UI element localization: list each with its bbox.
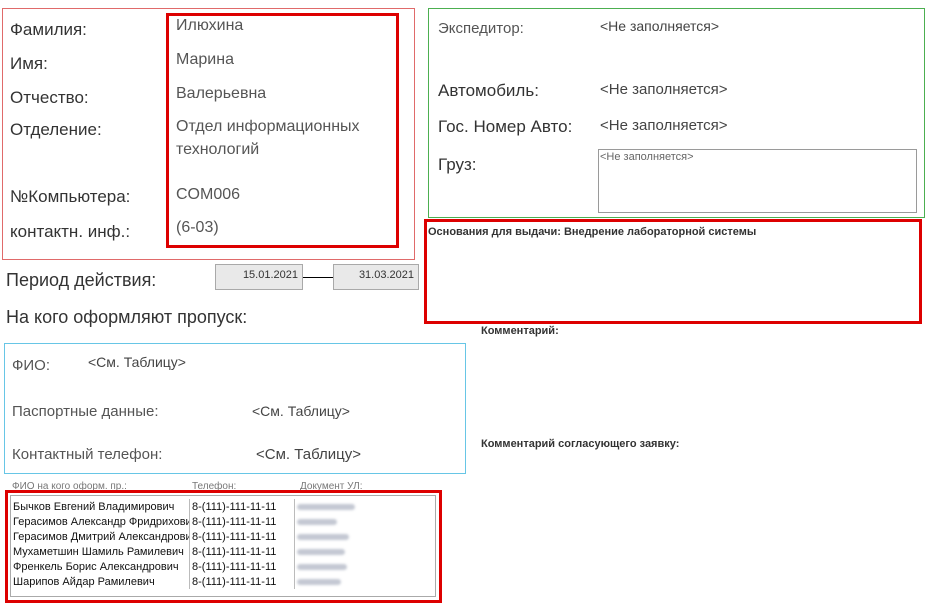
pass-for-label: На кого оформляют пропуск: bbox=[6, 307, 248, 327]
redacted-blur bbox=[297, 533, 349, 540]
car-label: Автомобиль: bbox=[438, 81, 539, 100]
period-to-field[interactable]: 31.03.2021 bbox=[333, 264, 419, 290]
visitor-fio-field[interactable]: <См. Таблицу> bbox=[88, 354, 186, 370]
row-phone-cell[interactable]: 8-(111)-111-11-11 bbox=[189, 559, 295, 574]
row-name-cell[interactable]: Френкель Борис Александрович bbox=[11, 559, 190, 574]
computer-field[interactable]: COM006 bbox=[176, 186, 240, 204]
row-phone-cell[interactable]: 8-(111)-111-11-11 bbox=[189, 529, 295, 544]
row-phone-cell[interactable]: 8-(111)-111-11-11 bbox=[189, 574, 295, 589]
comment-label: Комментарий: bbox=[481, 325, 559, 337]
grounds-text: Основания для выдачи: Внедрение лаборато… bbox=[428, 226, 757, 238]
forwarder-label: Экспедитор: bbox=[438, 20, 524, 37]
surname-field[interactable]: Илюхина bbox=[176, 17, 243, 35]
visitor-passport-field[interactable]: <См. Таблицу> bbox=[252, 403, 350, 419]
people-table: Бычков Евгений Владимирович 8-(111)-111-1… bbox=[11, 499, 409, 589]
table-row[interactable]: Френкель Борис Александрович 8-(111)-111-… bbox=[11, 559, 409, 574]
row-name-cell[interactable]: Шарипов Айдар Рамилевич bbox=[11, 574, 190, 589]
row-phone-cell[interactable]: 8-(111)-111-11-11 bbox=[189, 544, 295, 559]
row-name-cell[interactable]: Герасимов Дмитрий Александрович bbox=[11, 529, 190, 544]
visitor-phone-label: Контактный телефон: bbox=[12, 446, 163, 463]
surname-label: Фамилия: bbox=[10, 20, 87, 39]
plate-field[interactable]: <Не заполняется> bbox=[600, 117, 728, 134]
department-label: Отделение: bbox=[10, 120, 102, 139]
row-name-cell[interactable]: Бычков Евгений Владимирович bbox=[11, 499, 190, 514]
approver-comment-label: Комментарий согласующего заявку: bbox=[481, 438, 680, 450]
contact-label: контактн. инф.: bbox=[10, 222, 131, 241]
row-phone-cell[interactable]: 8-(111)-111-11-11 bbox=[189, 514, 295, 529]
row-name-cell[interactable]: Герасимов Александр Фридрихович bbox=[11, 514, 190, 529]
redacted-blur bbox=[297, 578, 341, 585]
visitor-fio-label: ФИО: bbox=[12, 357, 51, 374]
patronymic-label: Отчество: bbox=[10, 88, 89, 107]
computer-label: №Компьютера: bbox=[10, 187, 131, 206]
redacted-blur bbox=[297, 503, 355, 510]
row-phone-cell[interactable]: 8-(111)-111-11-11 bbox=[189, 499, 295, 514]
name-label: Имя: bbox=[10, 54, 48, 73]
redacted-blur bbox=[297, 518, 337, 525]
table-row[interactable]: Герасимов Дмитрий Александрович 8-(111)-1… bbox=[11, 529, 409, 544]
cargo-textarea-text: <Не заполняется> bbox=[600, 151, 694, 163]
visitor-passport-label: Паспортные данные: bbox=[12, 403, 159, 420]
car-field[interactable]: <Не заполняется> bbox=[600, 81, 728, 98]
cargo-label: Груз: bbox=[438, 155, 477, 174]
row-document-cell-redacted[interactable] bbox=[295, 499, 410, 514]
department-field-line2[interactable]: технологий bbox=[176, 141, 259, 159]
table-row[interactable]: Шарипов Айдар Рамилевич 8-(111)-111-11-11 bbox=[11, 574, 409, 589]
period-from-field[interactable]: 15.01.2021 bbox=[215, 264, 303, 290]
table-row[interactable]: Герасимов Александр Фридрихович 8-(111)-1… bbox=[11, 514, 409, 529]
department-field-line1[interactable]: Отдел информационных bbox=[176, 118, 360, 136]
patronymic-field[interactable]: Валерьевна bbox=[176, 85, 266, 103]
row-document-cell-redacted[interactable] bbox=[295, 559, 410, 574]
row-document-cell-redacted[interactable] bbox=[295, 544, 410, 559]
row-name-cell[interactable]: Мухаметшин Шамиль Рамилевич bbox=[11, 544, 190, 559]
forwarder-field[interactable]: <Не заполняется> bbox=[600, 18, 719, 34]
people-table-container: Бычков Евгений Владимирович 8-(111)-111-1… bbox=[11, 499, 409, 589]
row-document-cell-redacted[interactable] bbox=[295, 529, 410, 544]
row-document-cell-redacted[interactable] bbox=[295, 514, 410, 529]
table-row[interactable]: Бычков Евгений Владимирович 8-(111)-111-1… bbox=[11, 499, 409, 514]
redacted-blur bbox=[297, 548, 345, 555]
period-connector-line bbox=[303, 277, 333, 278]
plate-label: Гос. Номер Авто: bbox=[438, 117, 573, 136]
row-document-cell-redacted[interactable] bbox=[295, 574, 410, 589]
visitor-phone-field[interactable]: <См. Таблицу> bbox=[256, 446, 361, 463]
redacted-blur bbox=[297, 563, 347, 570]
period-label: Период действия: bbox=[6, 270, 157, 290]
contact-field[interactable]: (6-03) bbox=[176, 219, 219, 237]
table-row[interactable]: Мухаметшин Шамиль Рамилевич 8-(111)-111-1… bbox=[11, 544, 409, 559]
name-field[interactable]: Марина bbox=[176, 51, 234, 69]
